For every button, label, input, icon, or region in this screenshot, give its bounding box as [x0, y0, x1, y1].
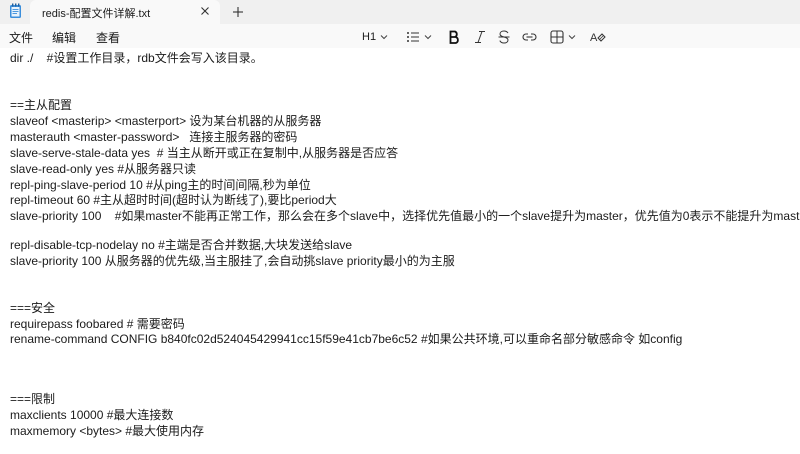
- editor-line: requirepass foobared # 需要密码: [10, 317, 185, 331]
- editor-line: repl-ping-slave-period 10 #从ping主的时间间隔,秒…: [10, 178, 311, 192]
- editor-line: ===限制: [10, 392, 56, 406]
- title-bar: redis-配置文件详解.txt: [0, 0, 800, 24]
- close-icon[interactable]: [198, 4, 212, 18]
- clear-formatting-button[interactable]: A: [590, 28, 606, 45]
- list-dropdown[interactable]: [406, 28, 432, 45]
- editor-line: repl-disable-tcp-nodelay no #主端是否合并数据,大块…: [10, 238, 353, 252]
- tab-title: redis-配置文件详解.txt: [42, 8, 151, 20]
- menu-edit[interactable]: 编辑: [52, 29, 76, 46]
- table-icon: [550, 29, 564, 44]
- editor-line: rename-command CONFIG b840fc02d524045429…: [10, 332, 683, 346]
- chevron-down-icon: [424, 34, 432, 39]
- menu-file[interactable]: 文件: [9, 29, 33, 46]
- editor-line: slaveof <masterip> <masterport> 设为某台机器的从…: [10, 114, 322, 128]
- heading-label: H1: [362, 30, 377, 43]
- bulleted-list-icon: [407, 31, 419, 42]
- editor-line: slave-priority 100 #如果master不能再正常工作，那么会在…: [10, 209, 800, 223]
- notepad-icon: [10, 3, 21, 18]
- chevron-down-icon: [380, 34, 388, 39]
- editor-line: maxmemory <bytes> #最大使用内存: [10, 424, 205, 438]
- editor-line: maxclients 10000 #最大连接数: [10, 408, 174, 422]
- editor-line: dir ./ #设置工作目录，rdb文件会写入该目录。: [10, 51, 263, 65]
- editor-line: slave-serve-stale-data yes # 当主从断开或正在复制中…: [10, 146, 399, 160]
- heading-dropdown[interactable]: H1: [362, 28, 388, 45]
- table-dropdown[interactable]: [550, 28, 576, 45]
- svg-text:A: A: [590, 32, 598, 44]
- plus-icon[interactable]: [230, 4, 246, 20]
- editor-line: ===安全: [10, 301, 56, 315]
- menu-bar: 文件 编辑 查看 H1 A: [0, 24, 800, 48]
- link-button[interactable]: [522, 28, 537, 45]
- italic-button[interactable]: [474, 28, 486, 45]
- tab-redis-config[interactable]: redis-配置文件详解.txt: [30, 0, 220, 24]
- editor-line: repl-timeout 60 #主从超时时间(超时认为断线了),要比perio…: [10, 193, 337, 207]
- chevron-down-icon: [568, 34, 576, 39]
- editor-line: slave-read-only yes #从服务器只读: [10, 162, 197, 176]
- editor-line: slave-priority 100 从服务器的优先级,当主服挂了,会自动挑sl…: [10, 254, 455, 268]
- menu-view[interactable]: 查看: [96, 29, 120, 46]
- strikethrough-icon: [498, 29, 510, 44]
- editor-line: masterauth <master-password> 连接主服务器的密码: [10, 130, 298, 144]
- clear-formatting-icon: A: [590, 32, 606, 44]
- bold-button[interactable]: [448, 28, 460, 45]
- strikethrough-button[interactable]: [498, 28, 510, 45]
- text-editor[interactable]: dir ./ #设置工作目录，rdb文件会写入该目录。 ==主从配置 slave…: [0, 48, 800, 454]
- link-icon: [522, 32, 537, 41]
- editor-line: ==主从配置: [10, 98, 73, 112]
- italic-icon: [475, 30, 485, 43]
- bold-icon: [449, 30, 459, 44]
